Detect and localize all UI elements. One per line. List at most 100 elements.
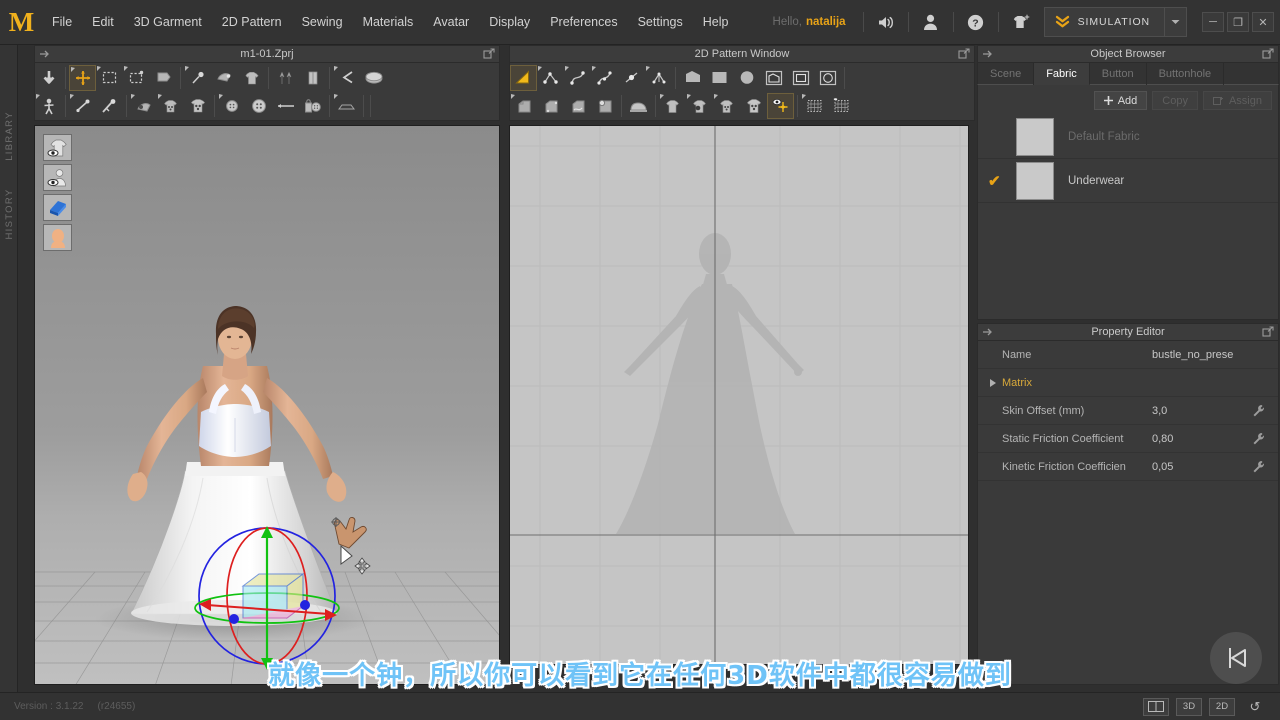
segment-sewing-tool[interactable] (333, 65, 360, 91)
fabric-swatch[interactable] (1016, 161, 1054, 200)
menu-settings[interactable]: Settings (628, 11, 693, 33)
wrench-icon[interactable] (1252, 404, 1278, 417)
x-ray-joints-tool[interactable] (69, 93, 96, 119)
popout-icon[interactable] (958, 48, 970, 60)
3d-viewport[interactable] (34, 125, 500, 685)
lock-fit-tool[interactable] (299, 93, 326, 119)
circle-tool[interactable] (733, 65, 760, 91)
property-value[interactable]: bustle_no_prese (1152, 349, 1252, 361)
property-value[interactable]: 0,80 (1152, 433, 1252, 445)
pose-edit-tool[interactable] (96, 93, 123, 119)
assign-button[interactable]: Assign (1202, 91, 1272, 110)
pleat-tool[interactable] (537, 93, 564, 119)
add-segment-tool[interactable] (645, 65, 672, 91)
menu-materials[interactable]: Materials (353, 11, 424, 33)
restore-button[interactable]: ❐ (1227, 12, 1249, 32)
menu-3d-garment[interactable]: 3D Garment (124, 11, 212, 33)
steam-press-tool[interactable] (625, 93, 652, 119)
property-row-matrix[interactable]: Matrix (978, 369, 1278, 397)
select-mesh-box-tool[interactable] (96, 65, 123, 91)
property-value[interactable]: 3,0 (1152, 405, 1252, 417)
2d-pattern-viewport[interactable] (509, 125, 969, 665)
sidebar-tab-history[interactable]: HISTORY (0, 182, 18, 246)
measure-tape-tool[interactable] (272, 93, 299, 119)
button-2d-tool[interactable] (713, 93, 740, 119)
popout-icon[interactable] (483, 48, 495, 60)
property-row-kinetic-friction[interactable]: Kinetic Friction Coefficien 0,05 (978, 453, 1278, 481)
avatar-transform-tool[interactable] (35, 93, 62, 119)
pin-icon[interactable] (982, 326, 994, 338)
internal-rectangle-tool[interactable] (787, 65, 814, 91)
trace-tool[interactable] (591, 93, 618, 119)
tab-button[interactable]: Button (1090, 63, 1147, 85)
view-2d-button[interactable]: 2D (1209, 697, 1235, 716)
attach-tool[interactable] (299, 65, 326, 91)
pin-tool[interactable] (184, 65, 211, 91)
menu-2d-pattern[interactable]: 2D Pattern (212, 11, 292, 33)
polygon-tool[interactable] (679, 65, 706, 91)
view-3d-button[interactable]: 3D (1176, 697, 1202, 716)
minimize-button[interactable]: ─ (1202, 12, 1224, 32)
fold-arrangement-tool[interactable] (211, 65, 238, 91)
sidebar-tab-library[interactable]: LIBRARY (0, 104, 18, 168)
show-fabric-toggle[interactable] (43, 194, 72, 221)
curve-pleat-tool[interactable] (564, 93, 591, 119)
menu-display[interactable]: Display (479, 11, 540, 33)
flatten-tool[interactable] (333, 93, 360, 119)
property-row-skin-offset[interactable]: Skin Offset (mm) 3,0 (978, 397, 1278, 425)
menu-avatar[interactable]: Avatar (423, 11, 479, 33)
tab-scene[interactable]: Scene (978, 63, 1035, 85)
zipper-tool[interactable] (272, 65, 299, 91)
pin-icon[interactable] (39, 48, 51, 60)
internal-polygon-tool[interactable] (760, 65, 787, 91)
mesh-select-tool[interactable] (801, 93, 828, 119)
close-button[interactable]: ✕ (1252, 12, 1274, 32)
wrench-icon[interactable] (1252, 432, 1278, 445)
gravity-tool[interactable] (238, 65, 265, 91)
add-button[interactable]: Add (1093, 91, 1148, 110)
buttonhole-2d-tool[interactable] (740, 93, 767, 119)
edit-curve-tool[interactable] (564, 65, 591, 91)
add-garment-icon[interactable]: + (1006, 8, 1036, 36)
free-sewing-tool[interactable] (360, 65, 387, 91)
buttonhole-tool[interactable] (245, 93, 272, 119)
copy-button[interactable]: Copy (1152, 91, 1198, 110)
property-row-name[interactable]: Name bustle_no_prese (978, 341, 1278, 369)
add-point-split-tool[interactable] (618, 65, 645, 91)
garment-select-tool[interactable] (659, 93, 686, 119)
edit-point-tool[interactable] (537, 65, 564, 91)
editor-pattern-tool[interactable] (510, 64, 537, 91)
simulation-dropdown[interactable] (1164, 8, 1186, 36)
menu-sewing[interactable]: Sewing (292, 11, 353, 33)
menu-help[interactable]: Help (693, 11, 739, 33)
menu-preferences[interactable]: Preferences (540, 11, 627, 33)
print-layout-tool[interactable] (157, 93, 184, 119)
list-item[interactable]: Default Fabric (978, 115, 1278, 159)
list-item[interactable]: ✔ Underwear (978, 159, 1278, 203)
property-row-static-friction[interactable]: Static Friction Coefficient 0,80 (978, 425, 1278, 453)
show-skin-toggle[interactable] (43, 224, 72, 251)
chevron-right-icon[interactable] (990, 379, 996, 387)
edit-curve-point-tool[interactable] (591, 65, 618, 91)
menu-edit[interactable]: Edit (82, 11, 124, 33)
particle-distance-tool[interactable] (767, 93, 794, 119)
unfold-arrange-tool[interactable] (150, 65, 177, 91)
help-icon[interactable]: ? (961, 8, 991, 36)
select-mesh-tool[interactable] (123, 65, 150, 91)
simulation-button[interactable]: SIMULATION (1045, 8, 1164, 36)
texture-tool[interactable] (130, 93, 157, 119)
rectangle-tool[interactable] (706, 65, 733, 91)
mesh-box-select-tool[interactable] (828, 93, 855, 119)
popout-icon[interactable] (1262, 326, 1274, 338)
sound-icon[interactable] (871, 8, 901, 36)
property-value[interactable]: 0,05 (1152, 461, 1252, 473)
user-icon[interactable] (916, 8, 946, 36)
fabric-swatch[interactable] (1016, 117, 1054, 156)
texture-2d-tool[interactable] (686, 93, 713, 119)
popout-icon[interactable] (1262, 48, 1274, 60)
split-view-button[interactable] (1143, 697, 1169, 716)
tab-fabric[interactable]: Fabric (1034, 63, 1090, 85)
transform-garment-tool[interactable] (69, 64, 96, 91)
pin-icon[interactable] (982, 48, 994, 60)
simulate-tool[interactable] (35, 65, 62, 91)
